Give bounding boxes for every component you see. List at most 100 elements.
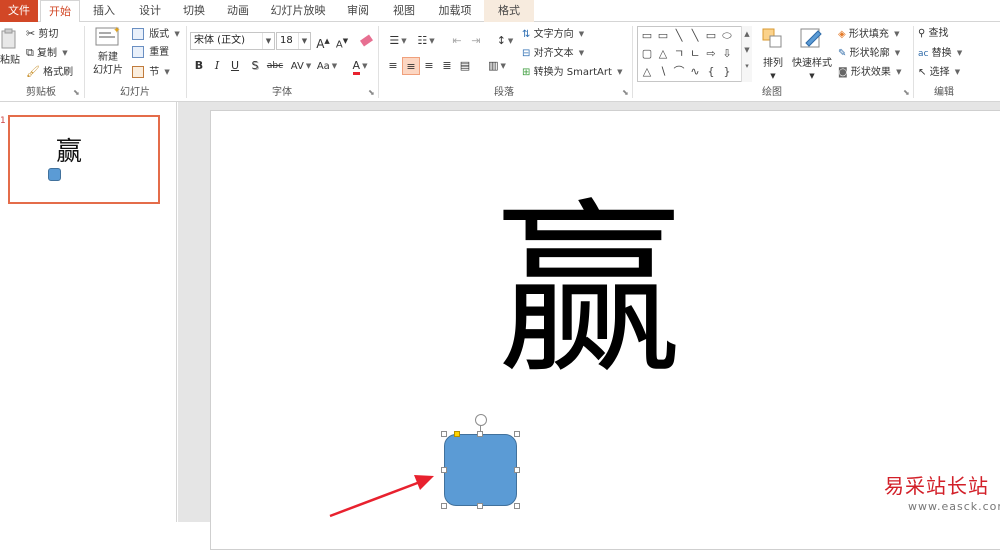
paste-button[interactable]: 粘贴 bbox=[0, 28, 20, 72]
connector-shape-icon[interactable]: ㄴ bbox=[688, 47, 702, 61]
textbox-shape-icon[interactable]: ▭ bbox=[640, 29, 654, 43]
font-color-button[interactable]: A ▼ bbox=[348, 57, 372, 75]
triangle-shape-icon[interactable]: △ bbox=[656, 47, 670, 61]
shape-fill-button[interactable]: ◈ 形状填充 ▼ bbox=[838, 25, 899, 43]
new-slide-button[interactable]: ✦ 新建 幻灯片 bbox=[88, 25, 128, 83]
wave-shape-icon[interactable]: ∿ bbox=[688, 65, 702, 79]
grow-font-button[interactable]: A▲ bbox=[314, 32, 332, 51]
tab-format[interactable]: 格式 bbox=[484, 0, 534, 22]
tab-animations[interactable]: 动画 bbox=[220, 0, 256, 22]
quick-styles-button[interactable]: 快速样式 ▼ bbox=[790, 25, 834, 81]
distributed-button[interactable]: ▤ bbox=[456, 57, 474, 75]
align-text-button[interactable]: ⊟ 对齐文本 ▼ bbox=[522, 44, 584, 62]
rounded-rectangle-shape-icon[interactable]: ▢ bbox=[640, 47, 654, 61]
shadow-button[interactable]: S bbox=[246, 57, 264, 75]
resize-handle[interactable] bbox=[514, 431, 520, 437]
numbering-icon: ☷ bbox=[417, 34, 428, 47]
chevron-down-icon[interactable]: ▼ bbox=[262, 33, 274, 49]
decrease-indent-button[interactable]: ⇤ bbox=[448, 32, 466, 50]
shape-effects-button[interactable]: ◙ 形状效果 ▼ bbox=[838, 63, 901, 81]
curve-shape-icon[interactable]: ∖ bbox=[656, 65, 670, 79]
slide-thumbnail[interactable]: 赢 bbox=[8, 115, 160, 204]
clear-formatting-button[interactable] bbox=[357, 32, 375, 50]
bullets-button[interactable]: ☰ ▼ bbox=[384, 32, 412, 50]
font-size-combo[interactable]: 18 ▼ bbox=[276, 32, 311, 50]
section-button[interactable]: 节 ▼ bbox=[132, 63, 170, 81]
columns-button[interactable]: ▥ ▼ bbox=[484, 57, 510, 75]
replace-button[interactable]: ac 替换 ▼ bbox=[918, 44, 962, 62]
strikethrough-button[interactable]: abc bbox=[264, 57, 286, 75]
drawing-launcher-icon[interactable]: ⬊ bbox=[903, 89, 911, 97]
convert-smartart-button[interactable]: ⊞ 转换为 SmartArt ▼ bbox=[522, 63, 622, 81]
numbering-button[interactable]: ☷ ▼ bbox=[412, 32, 440, 50]
align-left-button[interactable]: ≡ bbox=[384, 57, 402, 75]
clipboard-launcher-icon[interactable]: ⬊ bbox=[73, 89, 81, 97]
font-name-combo[interactable]: 宋体 (正文) ▼ bbox=[190, 32, 275, 50]
tab-file[interactable]: 文件 bbox=[0, 0, 38, 22]
right-brace-shape-icon[interactable]: } bbox=[720, 65, 734, 79]
align-right-button[interactable]: ≡ bbox=[420, 57, 438, 75]
more-icon[interactable]: ▾ bbox=[742, 58, 752, 74]
resize-handle[interactable] bbox=[441, 467, 447, 473]
arc-shape-icon[interactable]: ⌒ bbox=[672, 65, 686, 79]
layout-button[interactable]: 版式 ▼ bbox=[132, 25, 180, 43]
tab-slideshow[interactable]: 幻灯片放映 bbox=[266, 0, 330, 22]
reset-button[interactable]: 重置 bbox=[132, 44, 169, 62]
chevron-up-icon[interactable]: ▲ bbox=[742, 26, 752, 42]
new-slide-label-line1: 新建 bbox=[98, 52, 118, 63]
slide-text-box[interactable]: 赢 bbox=[496, 198, 696, 384]
shrink-font-button[interactable]: A▼ bbox=[333, 32, 351, 50]
ribbon: 粘贴 ✂ 剪切 ⧉ 复制 ▼ 🖌 格式刷 剪贴板 ⬊ ✦ 新建 幻灯片 版式 ▼… bbox=[0, 22, 1000, 102]
shapes-gallery[interactable]: ▭ ▭ ╲ ╲ ▭ ⬭ ▢ △ ㄱ ㄴ ⇨ ⇩ △ ∖ ⌒ ∿ { } bbox=[637, 26, 752, 82]
right-arrow-shape-icon[interactable]: ⇨ bbox=[704, 47, 718, 61]
tab-view[interactable]: 视图 bbox=[386, 0, 422, 22]
paragraph-launcher-icon[interactable]: ⬊ bbox=[622, 89, 630, 97]
arrange-button[interactable]: 排列 ▼ bbox=[758, 25, 788, 81]
underline-button[interactable]: U bbox=[226, 57, 244, 75]
shape-outline-button[interactable]: ✎ 形状轮廓 ▼ bbox=[838, 44, 900, 62]
selected-rounded-rectangle[interactable] bbox=[444, 434, 517, 506]
copy-button[interactable]: ⧉ 复制 ▼ bbox=[26, 44, 68, 62]
chevron-down-icon[interactable]: ▼ bbox=[742, 42, 752, 58]
resize-handle[interactable] bbox=[441, 431, 447, 437]
editing-group-label: 编辑 bbox=[934, 87, 954, 98]
format-painter-button[interactable]: 🖌 格式刷 bbox=[26, 63, 73, 81]
cut-button[interactable]: ✂ 剪切 bbox=[26, 25, 58, 43]
change-case-button[interactable]: Aa ▼ bbox=[314, 57, 340, 75]
line-shape-icon[interactable]: ╲ bbox=[672, 29, 686, 43]
tab-design[interactable]: 设计 bbox=[132, 0, 168, 22]
oval-shape-icon[interactable]: ⬭ bbox=[720, 29, 734, 43]
adjust-handle[interactable] bbox=[454, 431, 460, 437]
resize-handle[interactable] bbox=[477, 503, 483, 509]
line-spacing-button[interactable]: ↕ ▼ bbox=[492, 32, 518, 50]
freeform-shape-icon[interactable]: △ bbox=[640, 65, 654, 79]
connector-shape-icon[interactable]: ㄱ bbox=[672, 47, 686, 61]
resize-handle[interactable] bbox=[514, 467, 520, 473]
find-button[interactable]: ⚲ 查找 bbox=[918, 25, 949, 43]
tab-review[interactable]: 审阅 bbox=[340, 0, 376, 22]
down-arrow-shape-icon[interactable]: ⇩ bbox=[720, 47, 734, 61]
justify-button[interactable]: ≣ bbox=[438, 57, 456, 75]
tab-insert[interactable]: 插入 bbox=[86, 0, 122, 22]
shapes-gallery-scroll[interactable]: ▲ ▼ ▾ bbox=[741, 26, 752, 82]
font-launcher-icon[interactable]: ⬊ bbox=[368, 89, 376, 97]
italic-button[interactable]: I bbox=[208, 57, 226, 75]
tab-addins[interactable]: 加载项 bbox=[432, 0, 478, 22]
tab-transitions[interactable]: 切换 bbox=[176, 0, 212, 22]
character-spacing-button[interactable]: AV ▼ bbox=[288, 57, 314, 75]
chevron-down-icon[interactable]: ▼ bbox=[298, 33, 310, 49]
rotate-handle[interactable] bbox=[475, 414, 487, 426]
rectangle-shape-icon[interactable]: ▭ bbox=[704, 29, 718, 43]
left-brace-shape-icon[interactable]: { bbox=[704, 65, 718, 79]
line-shape-icon[interactable]: ╲ bbox=[688, 29, 702, 43]
resize-handle[interactable] bbox=[514, 503, 520, 509]
align-center-button[interactable]: ≡ bbox=[402, 57, 420, 75]
bold-button[interactable]: B bbox=[190, 57, 208, 75]
tab-home[interactable]: 开始 bbox=[40, 0, 80, 23]
vertical-textbox-shape-icon[interactable]: ▭ bbox=[656, 29, 670, 43]
text-direction-button[interactable]: ⇅ 文字方向 ▼ bbox=[522, 25, 584, 43]
resize-handle[interactable] bbox=[477, 431, 483, 437]
increase-indent-button[interactable]: ⇥ bbox=[467, 32, 485, 50]
select-button[interactable]: ↖ 选择 ▼ bbox=[918, 63, 960, 81]
resize-handle[interactable] bbox=[441, 503, 447, 509]
